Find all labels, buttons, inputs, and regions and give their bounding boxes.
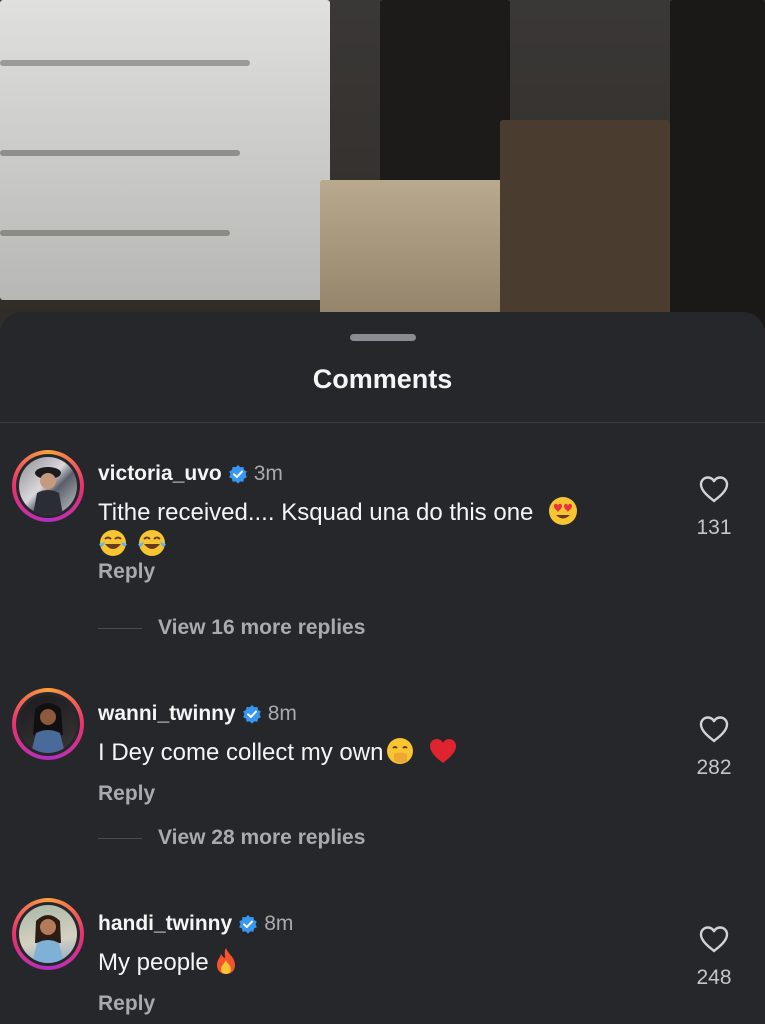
verified-badge-icon [239,915,257,934]
like-count: 248 [696,966,732,989]
view-replies-button[interactable]: View 16 more replies [98,616,365,640]
like-control: 282 [690,714,738,780]
avatar[interactable] [12,450,84,522]
red-heart-emoji-icon [430,739,457,763]
verified-badge-icon [242,705,261,724]
view-replies-label: View 16 more replies [158,616,366,639]
box-edge [0,230,230,236]
comment-time: 8m [264,912,294,935]
avatar[interactable] [12,898,84,970]
reply-thread-line [98,627,142,629]
comment-text-block: I Dey come collect my own [98,736,658,768]
comment-text: Tithe received.... Ksquad una do this on… [98,499,534,526]
heart-icon[interactable] [698,924,730,954]
avatar-image [19,905,77,963]
view-replies-button[interactable]: View 28 more replies [98,826,365,850]
dark-shelf [670,0,765,330]
like-control: 248 [690,924,738,990]
video-preview [0,0,765,330]
reply-thread-line [98,837,142,839]
reply-button[interactable]: Reply [98,560,155,584]
comment-username[interactable]: victoria_uvo [98,462,222,486]
tears-of-joy-emoji-icon [99,530,127,556]
comment-time: 8m [267,702,297,725]
reply-button[interactable]: Reply [98,992,155,1016]
comments-sheet: Comments victoria_uvo 3m Tithe received.… [0,312,765,1024]
dark-figure [380,0,510,190]
hand-over-mouth-emoji-icon [387,738,414,764]
heart-icon[interactable] [698,474,730,504]
drag-handle[interactable] [350,334,416,341]
avatar[interactable] [12,688,84,760]
fire-emoji-icon [216,948,235,974]
heart-eyes-emoji-icon [549,497,578,525]
view-replies-label: View 28 more replies [158,826,366,849]
avatar-image [19,695,77,753]
comment-text: My people [98,949,209,976]
box-edge [0,60,250,66]
like-control: 131 [690,474,738,540]
comment-username[interactable]: wanni_twinny [98,702,236,726]
comment-username[interactable]: handi_twinny [98,912,232,936]
comment-text-block: My people [98,946,658,978]
like-count: 282 [696,756,732,779]
comment-text-block: Tithe received.... Ksquad una do this on… [98,496,658,560]
divider [0,422,765,423]
like-count: 131 [696,516,732,539]
sheet-title: Comments [312,364,453,394]
avatar-image [19,457,77,515]
verified-badge-icon [228,465,247,484]
box-edge [0,150,240,156]
comment-text: I Dey come collect my own [98,739,384,766]
reply-button[interactable]: Reply [98,782,155,806]
heart-icon[interactable] [698,714,730,744]
floor [500,120,670,330]
tears-of-joy-emoji-icon [137,530,166,556]
comment-time: 3m [253,462,283,485]
